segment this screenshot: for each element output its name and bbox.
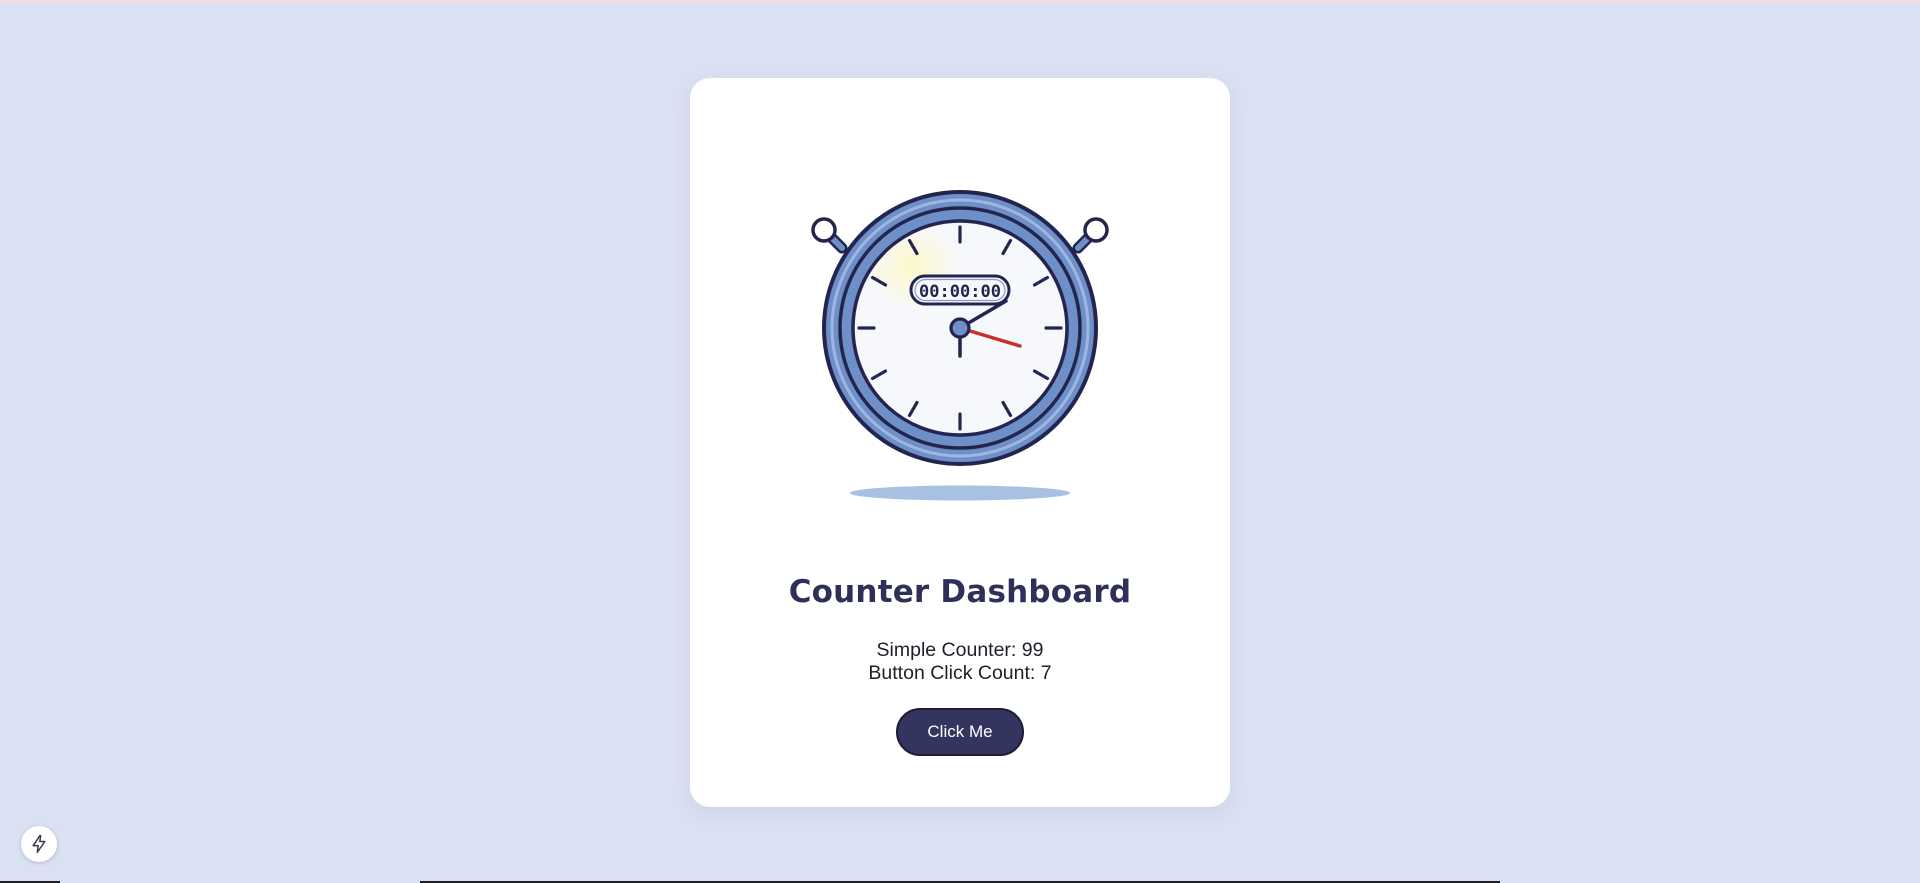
simple-counter-text: Simple Counter: 99 xyxy=(876,639,1044,661)
click-me-button[interactable]: Click Me xyxy=(896,708,1024,756)
counter-card: 00:00:00 Counter Dashboard Simple Counte… xyxy=(690,78,1230,807)
page-title: Counter Dashboard xyxy=(788,574,1132,610)
lightning-bolt-icon xyxy=(32,834,46,854)
stopwatch-display-text: 00:00:00 xyxy=(919,282,1001,302)
lightning-badge-button[interactable] xyxy=(21,826,57,862)
button-click-count-text: Button Click Count: 7 xyxy=(868,662,1052,684)
top-accent-strip xyxy=(0,0,1920,3)
stopwatch-illustration: 00:00:00 xyxy=(811,190,1109,501)
counter-stats: Simple Counter: 99 Button Click Count: 7 xyxy=(690,639,1230,685)
